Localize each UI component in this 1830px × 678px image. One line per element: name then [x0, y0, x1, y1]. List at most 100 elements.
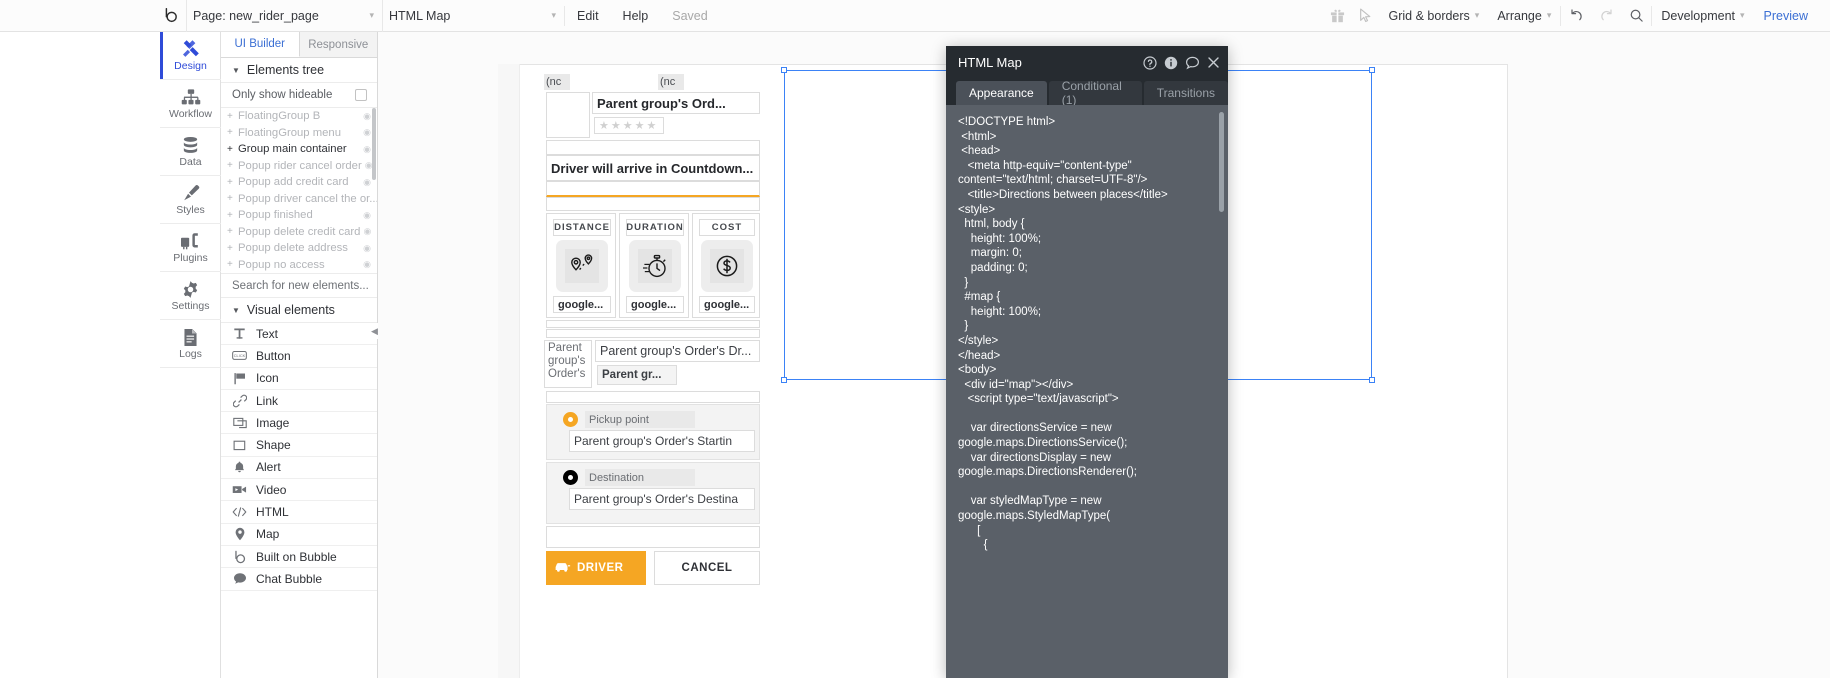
palette-item-video[interactable]: Video	[221, 479, 377, 502]
tab-transitions[interactable]: Transitions	[1143, 81, 1228, 105]
destination-value[interactable]: Parent group's Order's Destina	[569, 488, 755, 510]
tab-appearance[interactable]: Appearance	[956, 81, 1047, 105]
rail-item-data[interactable]: Data	[160, 128, 221, 176]
countdown-text[interactable]: Driver will arrive in Countdown...	[546, 155, 760, 181]
tree-node[interactable]: + Group main container ◉	[221, 141, 377, 158]
palette-item-chat-bubble[interactable]: Chat Bubble	[221, 568, 377, 591]
page-selector[interactable]: Page: new_rider_page ▾	[186, 0, 382, 32]
nc-label-right[interactable]: (nc	[658, 74, 684, 90]
expand-plus-icon[interactable]: +	[227, 193, 235, 204]
tree-node[interactable]: + Popup no access ◉	[221, 257, 377, 274]
tree-scrollbar[interactable]	[372, 108, 376, 180]
expand-plus-icon[interactable]: +	[227, 177, 235, 188]
redo-icon[interactable]	[1591, 0, 1621, 32]
rail-item-logs[interactable]: Logs	[160, 320, 221, 368]
info-icon[interactable]	[1164, 56, 1178, 70]
tab-responsive[interactable]: Responsive	[299, 32, 377, 57]
only-show-hideable-row[interactable]: Only show hideable	[221, 83, 377, 108]
tree-node[interactable]: + Popup add credit card ◉	[221, 174, 377, 191]
palette-item-built-on-bubble[interactable]: Built on Bubble	[221, 546, 377, 569]
preview-button[interactable]: Preview	[1754, 0, 1830, 32]
stat-value[interactable]: google...	[699, 296, 755, 313]
palette-item-image[interactable]: Image	[221, 412, 377, 435]
resize-handle-ne[interactable]	[1369, 67, 1375, 73]
code-editor-scrollbar[interactable]	[1219, 112, 1224, 212]
tab-conditional[interactable]: Conditional (1)	[1048, 79, 1142, 107]
eye-icon[interactable]: ◉	[363, 226, 377, 237]
search-icon[interactable]	[1621, 0, 1651, 32]
only-show-hideable-checkbox[interactable]	[355, 89, 367, 101]
expand-plus-icon[interactable]: +	[227, 144, 235, 155]
expand-plus-icon[interactable]: +	[227, 127, 235, 138]
palette-item-link[interactable]: Link	[221, 390, 377, 413]
elements-tree-header[interactable]: ▼ Elements tree	[221, 58, 377, 83]
driver-name-text[interactable]: Parent group's Order's Dr...	[595, 340, 760, 362]
palette-item-icon[interactable]: Icon	[221, 368, 377, 390]
arrange-menu[interactable]: Arrange ▾	[1488, 0, 1560, 32]
pickup-value[interactable]: Parent group's Order's Startin	[569, 430, 755, 452]
expand-plus-icon[interactable]: +	[227, 259, 235, 270]
tree-node[interactable]: + Popup rider cancel order ◉	[221, 158, 377, 175]
palette-item-button[interactable]: CLICK Button	[221, 345, 377, 368]
expand-plus-icon[interactable]: +	[227, 111, 235, 122]
resize-handle-se[interactable]	[1369, 377, 1375, 383]
tree-node[interactable]: + Popup delete credit card ◉	[221, 224, 377, 241]
driver-sub-text[interactable]: Parent gr...	[597, 365, 677, 385]
palette-item-alert[interactable]: Alert	[221, 457, 377, 480]
rating-stars[interactable]: ★★★★★	[594, 117, 664, 134]
driver-side-text[interactable]: Parent group's Order's	[544, 340, 592, 388]
rail-item-workflow[interactable]: Workflow	[160, 80, 221, 128]
tab-ui-builder[interactable]: UI Builder	[221, 32, 300, 57]
palette-item-map[interactable]: Map	[221, 524, 377, 546]
grid-borders-menu[interactable]: Grid & borders ▾	[1380, 0, 1489, 32]
help-menu[interactable]: Help	[611, 0, 661, 32]
expand-plus-icon[interactable]: +	[227, 160, 235, 171]
cancel-button[interactable]: CANCEL	[654, 551, 760, 585]
expand-plus-icon[interactable]: +	[227, 226, 235, 237]
eye-icon[interactable]: ◉	[363, 210, 377, 221]
element-selector[interactable]: HTML Map ▾	[382, 0, 564, 32]
property-editor-header[interactable]: HTML Map	[946, 46, 1228, 79]
rail-item-settings[interactable]: Settings	[160, 272, 221, 320]
stat-value[interactable]: google...	[553, 296, 611, 313]
gift-icon[interactable]	[1330, 8, 1345, 24]
stat-card[interactable]: DISTANCE google...	[546, 213, 616, 318]
palette-item-shape[interactable]: Shape	[221, 434, 377, 457]
development-version-menu[interactable]: Development ▾	[1652, 0, 1753, 32]
palette-item-text[interactable]: Text	[221, 323, 377, 346]
tree-node[interactable]: + FloatingGroup B ◉	[221, 108, 377, 125]
pickup-group[interactable]: Pickup point Parent group's Order's Star…	[546, 404, 760, 460]
tree-node[interactable]: + Popup driver cancel the or... ◉	[221, 191, 377, 208]
cursor-arrow-icon[interactable]	[1345, 8, 1380, 23]
rail-item-plugins[interactable]: Plugins	[160, 224, 221, 272]
destination-group[interactable]: Destination Parent group's Order's Desti…	[546, 462, 760, 524]
stat-card[interactable]: DURATION google...	[619, 213, 689, 318]
html-code-editor[interactable]: <!DOCTYPE html> <html> <head> <meta http…	[958, 115, 1216, 678]
help-question-icon[interactable]	[1143, 55, 1157, 70]
rail-item-design[interactable]: Design	[160, 32, 221, 80]
edit-menu[interactable]: Edit	[565, 0, 611, 32]
rail-item-styles[interactable]: Styles	[160, 176, 221, 224]
visual-elements-header[interactable]: ▼ Visual elements	[221, 298, 377, 323]
stat-value[interactable]: google...	[626, 296, 684, 313]
tree-node[interactable]: + Popup delete address ◉	[221, 240, 377, 257]
stat-card[interactable]: COST google...	[692, 213, 760, 318]
driver-button[interactable]: DRIVER	[546, 551, 646, 585]
driver-avatar-placeholder[interactable]	[546, 92, 590, 138]
expand-plus-icon[interactable]: +	[227, 243, 235, 254]
eye-icon[interactable]: ◉	[363, 243, 377, 254]
eye-icon[interactable]: ◉	[363, 259, 377, 270]
search-new-elements-input[interactable]: Search for new elements...	[221, 273, 377, 298]
comment-icon[interactable]	[1185, 56, 1200, 70]
property-editor-window[interactable]: HTML Map Appearance Conditional (1) Tran…	[946, 46, 1228, 678]
resize-handle-sw[interactable]	[781, 377, 787, 383]
palette-item-html[interactable]: HTML	[221, 501, 377, 524]
tree-node[interactable]: + Popup finished ◉	[221, 207, 377, 224]
bubble-logo-icon[interactable]	[160, 5, 182, 27]
nc-label-left[interactable]: (nc	[544, 74, 570, 90]
expand-plus-icon[interactable]: +	[227, 210, 235, 221]
close-icon[interactable]	[1207, 56, 1220, 69]
resize-handle-nw[interactable]	[781, 67, 787, 73]
tree-node[interactable]: + FloatingGroup menu ◉	[221, 125, 377, 142]
undo-icon[interactable]	[1561, 0, 1591, 32]
